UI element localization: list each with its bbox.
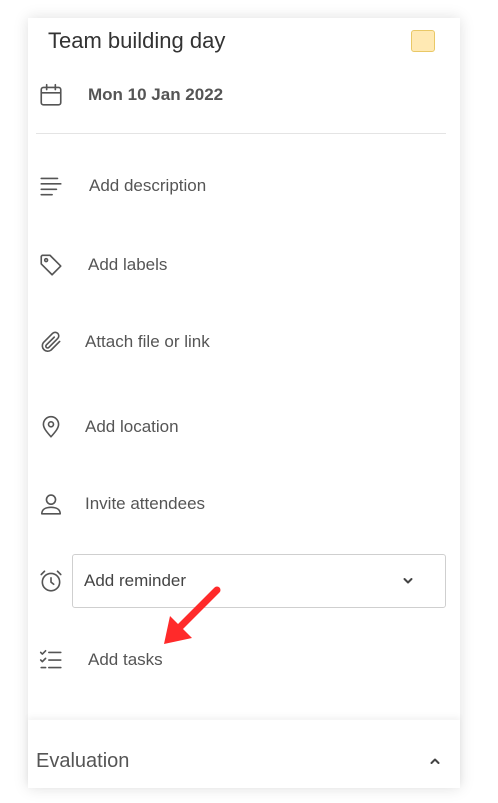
event-editor-page: Team building day Mon 10 Jan 2022 Add de… xyxy=(0,0,498,803)
align-left-icon xyxy=(36,171,66,201)
chevron-down-icon xyxy=(401,574,415,588)
tag-icon xyxy=(36,250,66,280)
add-reminder-dropdown[interactable]: Add reminder xyxy=(72,554,446,608)
attach-file-row[interactable]: Attach file or link xyxy=(36,322,210,362)
invite-attendees-label: Invite attendees xyxy=(85,494,206,513)
chevron-up-icon[interactable] xyxy=(428,754,442,768)
reminder-row xyxy=(36,561,66,601)
add-labels-label: Add labels xyxy=(88,255,168,274)
red-arrow-annotation xyxy=(164,586,221,644)
add-labels-row[interactable]: Add labels xyxy=(36,245,167,285)
alarm-clock-icon xyxy=(36,566,66,596)
location-pin-icon xyxy=(36,412,66,442)
add-tasks-row[interactable]: Add tasks xyxy=(36,640,163,680)
event-date: Mon 10 Jan 2022 xyxy=(88,85,224,104)
checklist-icon xyxy=(36,645,66,675)
add-location-label: Add location xyxy=(85,417,179,436)
add-location-row[interactable]: Add location xyxy=(36,407,179,447)
add-description-label: Add description xyxy=(89,176,207,195)
date-row[interactable]: Mon 10 Jan 2022 xyxy=(36,75,223,115)
event-title[interactable]: Team building day xyxy=(48,28,225,54)
person-icon xyxy=(36,489,66,519)
add-description-row[interactable]: Add description xyxy=(36,166,206,206)
divider xyxy=(36,133,446,134)
add-reminder-value: Add reminder xyxy=(84,571,187,590)
paperclip-icon xyxy=(36,327,66,357)
evaluation-label: Evaluation xyxy=(36,750,130,772)
attach-file-label: Attach file or link xyxy=(85,332,210,351)
event-color-swatch[interactable] xyxy=(411,30,435,52)
calendar-icon xyxy=(36,80,66,110)
evaluation-section-header[interactable]: Evaluation xyxy=(28,720,460,788)
add-tasks-label: Add tasks xyxy=(88,650,163,669)
invite-attendees-row[interactable]: Invite attendees xyxy=(36,484,205,524)
